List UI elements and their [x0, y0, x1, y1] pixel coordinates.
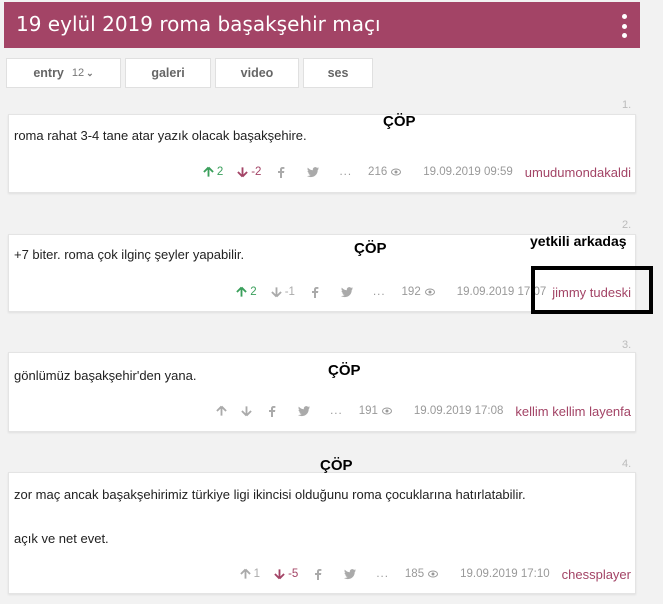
facebook-share[interactable]	[309, 286, 321, 298]
arrow-down-icon	[237, 167, 248, 178]
view-count-value: 185	[404, 568, 425, 580]
twitter-share[interactable]	[340, 286, 353, 298]
downvote-button[interactable]	[241, 405, 252, 417]
entry-card: gönlümüz başakşehir'den yana. ... 191 19…	[8, 352, 636, 432]
entry-number: 4.	[622, 458, 632, 470]
annotation-label: ÇÖP	[328, 362, 361, 379]
upvote-count: 2	[216, 166, 224, 178]
entry-card: roma rahat 3-4 tane atar yazık olacak ba…	[8, 114, 636, 193]
eye-icon	[424, 288, 435, 296]
entry-number: 3.	[622, 339, 632, 351]
more-options[interactable]: ...	[330, 405, 343, 417]
upvote-button[interactable]: 2	[203, 166, 223, 178]
entry-count: 12	[71, 67, 85, 79]
entry-content: zor maç ancak başakşehirimiz türkiye lig…	[14, 487, 526, 502]
upvote-button[interactable]: 2	[236, 286, 257, 298]
downvote-button[interactable]: -5	[274, 568, 298, 580]
tab-audio-label: ses	[327, 66, 349, 80]
arrow-up-icon	[239, 568, 251, 579]
entry-content: açık ve net evet.	[14, 531, 109, 546]
twitter-share[interactable]	[344, 568, 357, 580]
downvote-count: -5	[288, 568, 299, 580]
annotation-label: ÇÖP	[320, 457, 353, 474]
tab-gallery[interactable]: galeri	[125, 58, 211, 88]
view-count: 216	[368, 166, 402, 178]
entry-date[interactable]: 19.09.2019 09:59	[423, 166, 513, 178]
more-options[interactable]: ...	[339, 166, 352, 178]
arrow-down-icon	[241, 406, 252, 417]
entry-number: 1.	[622, 99, 632, 111]
facebook-icon	[311, 287, 319, 298]
entry-content: roma rahat 3-4 tane atar yazık olacak ba…	[14, 128, 307, 143]
downvote-count: -1	[284, 286, 295, 298]
twitter-share[interactable]	[298, 405, 311, 417]
entry-content: +7 biter. roma çok ilginç şeyler yapabil…	[14, 247, 245, 262]
facebook-share[interactable]	[266, 405, 278, 417]
view-count-value: 191	[358, 405, 378, 417]
tab-entry[interactable]: entry 12 ⌄	[6, 58, 121, 88]
twitter-icon	[307, 167, 320, 178]
annotation-label: ÇÖP	[383, 113, 416, 130]
tab-audio[interactable]: ses	[303, 58, 373, 88]
downvote-button[interactable]: -1	[270, 286, 295, 298]
topic-header: 19 eylül 2019 roma başakşehir maçı	[4, 2, 640, 48]
upvote-count: 1	[253, 568, 261, 580]
page-title: 19 eylül 2019 roma başakşehir maçı	[16, 12, 381, 36]
tab-video-label: video	[240, 66, 274, 80]
view-count: 185	[404, 568, 439, 580]
upvote-button[interactable]	[216, 405, 227, 417]
upvote-count: 2	[250, 286, 257, 298]
entry-author[interactable]: kellim kellim layenfa	[515, 404, 631, 419]
arrow-up-icon	[216, 405, 227, 416]
tab-video[interactable]: video	[215, 58, 299, 88]
entry-card: zor maç ancak başakşehirimiz türkiye lig…	[8, 472, 636, 594]
twitter-icon	[340, 287, 353, 298]
tab-entry-label: entry	[33, 66, 64, 80]
entry-author[interactable]: umudumondakaldi	[525, 165, 631, 180]
entry-author[interactable]: chessplayer	[562, 567, 631, 582]
entry-content: gönlümüz başakşehir'den yana.	[14, 368, 197, 383]
entry-footer: 1 -5 ... 185 19.09.2019 17:10 chessplaye…	[239, 565, 631, 583]
entry-date[interactable]: 19.09.2019 17:08	[414, 405, 504, 417]
entry-date[interactable]: 19.09.2019 17:10	[460, 568, 550, 580]
downvote-count: -2	[251, 166, 262, 178]
facebook-share[interactable]	[275, 166, 287, 178]
kebab-menu-icon[interactable]	[620, 14, 628, 38]
arrow-down-icon	[274, 569, 285, 580]
annotation-label: yetkili arkadaş	[530, 233, 627, 249]
view-count-value: 192	[401, 286, 421, 298]
facebook-share[interactable]	[312, 568, 324, 580]
view-count: 191	[359, 405, 392, 417]
arrow-up-icon	[236, 286, 248, 297]
upvote-button[interactable]: 1	[239, 568, 261, 580]
view-count: 192	[402, 286, 435, 298]
arrow-down-icon	[270, 287, 282, 298]
tab-bar: entry 12 ⌄ galeri video ses	[6, 58, 373, 88]
entry-footer: ... 191 19.09.2019 17:08 kellim kellim l…	[216, 402, 631, 420]
eye-icon	[381, 407, 392, 415]
twitter-icon	[344, 569, 357, 580]
arrow-up-icon	[203, 166, 214, 177]
entry-footer: 2 -2 ... 216 19.09.2019 09:59 umudumonda…	[203, 163, 631, 181]
tab-gallery-label: galeri	[151, 66, 185, 80]
entry-number: 2.	[622, 219, 632, 231]
facebook-icon	[278, 167, 285, 178]
highlight-box	[531, 266, 653, 314]
downvote-button[interactable]: -2	[237, 166, 261, 178]
more-options[interactable]: ...	[376, 568, 389, 580]
chevron-down-icon: ⌄	[86, 67, 94, 78]
view-count-value: 216	[368, 166, 388, 178]
facebook-icon	[315, 569, 322, 580]
more-options[interactable]: ...	[373, 286, 386, 298]
facebook-icon	[269, 406, 276, 417]
eye-icon	[391, 168, 402, 176]
twitter-share[interactable]	[307, 166, 320, 178]
eye-icon	[428, 570, 439, 578]
annotation-label: ÇÖP	[354, 240, 387, 257]
twitter-icon	[298, 406, 311, 417]
